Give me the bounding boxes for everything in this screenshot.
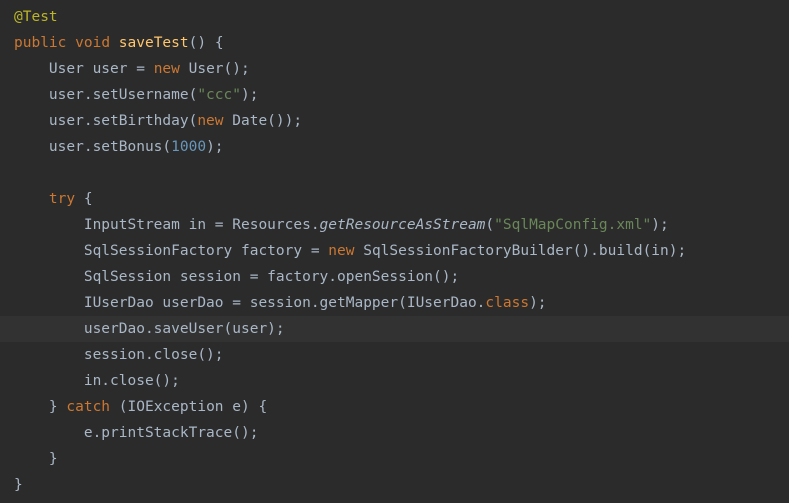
keyword-try: try xyxy=(49,191,75,207)
code-line: user.setBirthday(new Date()); xyxy=(14,108,789,134)
code-line: user.setUsername("ccc"); xyxy=(14,82,789,108)
keyword-class: class xyxy=(485,295,529,311)
code-line: } xyxy=(14,446,789,472)
code-line: InputStream in = Resources.getResourceAs… xyxy=(14,212,789,238)
keyword-new: new xyxy=(328,243,354,259)
code-line: public void saveTest() { xyxy=(14,30,789,56)
code-line: User user = new User(); xyxy=(14,56,789,82)
code-line: SqlSessionFactory factory = new SqlSessi… xyxy=(14,238,789,264)
code-line: try { xyxy=(14,186,789,212)
code-line: in.close(); xyxy=(14,368,789,394)
annotation: @Test xyxy=(14,9,58,25)
blank-line xyxy=(14,160,789,186)
static-method-call: getResourceAsStream xyxy=(320,217,486,233)
code-line: IUserDao userDao = session.getMapper(IUs… xyxy=(14,290,789,316)
code-line: } catch (IOException e) { xyxy=(14,394,789,420)
code-line: user.setBonus(1000); xyxy=(14,134,789,160)
keyword-new: new xyxy=(154,61,180,77)
keyword-public: public xyxy=(14,35,66,51)
keyword-new: new xyxy=(197,113,223,129)
string-literal: "ccc" xyxy=(197,87,241,103)
code-line-highlighted: userDao.saveUser(user); xyxy=(0,316,789,342)
code-editor[interactable]: @Test public void saveTest() { User user … xyxy=(14,4,789,498)
code-line: e.printStackTrace(); xyxy=(14,420,789,446)
code-line: @Test xyxy=(14,4,789,30)
string-literal: "SqlMapConfig.xml" xyxy=(494,217,651,233)
code-line: } xyxy=(14,472,789,498)
keyword-catch: catch xyxy=(66,399,110,415)
number-literal: 1000 xyxy=(171,139,206,155)
code-line: session.close(); xyxy=(14,342,789,368)
code-line: SqlSession session = factory.openSession… xyxy=(14,264,789,290)
keyword-void: void xyxy=(75,35,110,51)
method-name: saveTest xyxy=(119,35,189,51)
